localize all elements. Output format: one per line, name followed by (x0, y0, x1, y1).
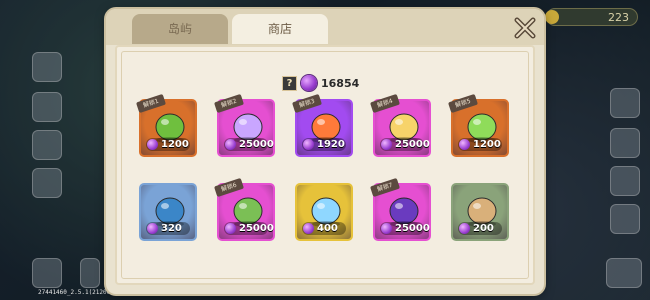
gem-icon (303, 223, 314, 234)
price-value: 1200 (473, 139, 501, 150)
price-value: 320 (161, 223, 182, 234)
gem-icon (147, 139, 158, 150)
side-menu-button-1[interactable] (32, 52, 62, 82)
price-tag: 200 (458, 222, 502, 235)
price-tag: 400 (302, 222, 346, 235)
gem-icon (147, 223, 158, 234)
gem-icon (225, 223, 236, 234)
price-tag: 1200 (146, 138, 190, 151)
gem-icon (303, 139, 314, 150)
shop-item[interactable]: 解锁7 25000 (369, 177, 431, 241)
shop-item[interactable]: 解锁4 25000 (369, 93, 431, 157)
price-value: 25000 (239, 139, 274, 150)
right-menu-button-3[interactable] (610, 166, 640, 196)
side-menu-button-6[interactable] (80, 258, 100, 288)
price-value: 1200 (161, 139, 189, 150)
price-tag: 25000 (224, 138, 274, 151)
price-tag: 320 (146, 222, 190, 235)
currency-value: 223 (608, 11, 629, 24)
tab-shop[interactable]: 商店 (232, 14, 328, 44)
gem-icon (381, 223, 392, 234)
shop-item[interactable]: 320 (139, 183, 197, 241)
right-menu-button-5[interactable] (606, 258, 642, 288)
right-menu-button-4[interactable] (610, 204, 640, 234)
right-menu-button-2[interactable] (610, 128, 640, 158)
side-menu-button-3[interactable] (32, 130, 62, 160)
gem-icon (381, 139, 392, 150)
price-value: 400 (317, 223, 338, 234)
shop-item[interactable]: 解锁5 1200 (447, 93, 509, 157)
price-value: 25000 (395, 139, 430, 150)
side-menu-button-5[interactable] (32, 258, 62, 288)
shop-item[interactable]: 解锁2 25000 (213, 93, 275, 157)
shop-item[interactable]: 400 (295, 183, 353, 241)
price-tag: 25000 (224, 222, 274, 235)
price-tag: 25000 (380, 222, 430, 235)
shop-item[interactable]: 解锁3 1920 (291, 93, 353, 157)
side-menu-button-4[interactable] (32, 168, 62, 198)
gem-balance: ? 16854 (282, 73, 359, 93)
price-tag: 1920 (302, 138, 346, 151)
tab-islands[interactable]: 岛屿 (132, 14, 228, 44)
side-menu-button-2[interactable] (32, 92, 62, 122)
shop-item[interactable]: 解锁1 1200 (135, 93, 197, 157)
gem-balance-value: 16854 (321, 76, 360, 90)
tab-bar: 岛屿 商店 (106, 9, 544, 45)
gem-icon (225, 139, 236, 150)
price-value: 1920 (317, 139, 345, 150)
shop-content: ? 16854 解锁1 1200 解锁2 25000 解锁3 1920 解锁4 2500… (115, 45, 535, 285)
close-button[interactable] (512, 15, 538, 41)
price-value: 25000 (239, 223, 274, 234)
gem-icon (301, 75, 317, 91)
price-value: 25000 (395, 223, 430, 234)
shop-item[interactable]: 解锁6 25000 (213, 177, 275, 241)
close-icon (514, 17, 536, 39)
price-tag: 1200 (458, 138, 502, 151)
help-button[interactable]: ? (282, 75, 297, 91)
price-tag: 25000 (380, 138, 430, 151)
gem-icon (459, 139, 470, 150)
shop-panel: 岛屿 商店 ? 16854 解锁1 1200 解锁2 25000 解锁3 1920 解… (106, 9, 544, 294)
right-menu-button-1[interactable] (610, 88, 640, 118)
shop-item[interactable]: 200 (451, 183, 509, 241)
currency-counter: 223 (545, 8, 638, 26)
gem-icon (459, 223, 470, 234)
coin-icon (545, 10, 559, 24)
price-value: 200 (473, 223, 494, 234)
